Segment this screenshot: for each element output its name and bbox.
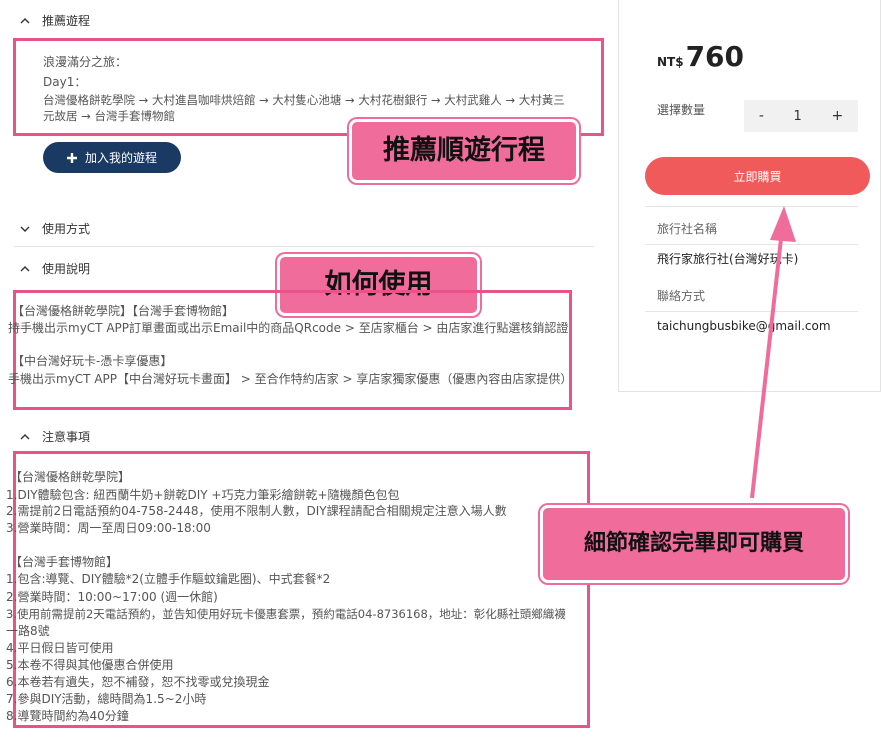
notes-line: 3.營業時間：周一至周日09:00-18:00 bbox=[6, 521, 211, 535]
notes-line: 8.導覽時間約為40分鐘 bbox=[6, 709, 129, 723]
notes-line: 【台灣手套博物館】 bbox=[10, 555, 119, 569]
chevron-down-icon bbox=[20, 226, 30, 232]
notes-line: 3.使用前需提前2天電話預約，並告知使用好玩卡優惠套票，預約電話04-87361… bbox=[6, 607, 566, 621]
notes-line: 1.包含:導覽、DIY體驗*2(立體手作驅蚊鑰匙圈)、中式套餐*2 bbox=[6, 572, 331, 586]
section-title: 使用說明 bbox=[42, 262, 91, 276]
notes-line: 5.本卷不得與其他優惠合併使用 bbox=[6, 658, 174, 672]
annotation-arrow bbox=[750, 206, 796, 499]
instructions-line4: 手機出示myCT APP【中台灣好玩卡畫面】 > 至合作特約店家 > 享店家獨家… bbox=[8, 372, 573, 386]
callout-text: 推薦順遊行程 bbox=[383, 135, 545, 166]
notes-line: 6.本卷若有遺失，恕不補發，恕不找零或兌換現金 bbox=[6, 675, 270, 689]
itinerary-day: Day1： bbox=[43, 75, 87, 89]
chevron-up-icon bbox=[20, 433, 30, 439]
notes-line: 7.參與DIY活動，總時間為1.5~2小時 bbox=[6, 692, 207, 706]
price-value: 760 bbox=[685, 40, 745, 73]
plus-icon bbox=[66, 152, 77, 163]
instructions-line1: 【台灣優格餅乾學院】【台灣手套博物館】 bbox=[12, 304, 235, 318]
add-to-itinerary-label: 加入我的遊程 bbox=[84, 151, 157, 165]
section-header-instructions[interactable]: 使用說明 bbox=[20, 260, 90, 277]
notes-line: 一路8號 bbox=[6, 624, 50, 638]
section-header-notes[interactable]: 注意事項 bbox=[20, 428, 90, 445]
section-header-recommended[interactable]: 推薦遊程 bbox=[20, 12, 90, 29]
section-header-usage[interactable]: 使用方式 bbox=[20, 220, 90, 237]
section-title: 使用方式 bbox=[42, 222, 91, 236]
section-title: 推薦遊程 bbox=[42, 14, 91, 28]
buy-now-label: 立即購買 bbox=[733, 169, 782, 184]
section-title: 注意事項 bbox=[42, 430, 91, 444]
itinerary-route-line2: 元故居 → 台灣手套博物館 bbox=[43, 109, 175, 123]
quantity-stepper: - 1 + bbox=[744, 100, 858, 132]
itinerary-name: 浪漫滿分之旅： bbox=[43, 55, 128, 69]
buy-now-button[interactable]: 立即購買 bbox=[645, 157, 870, 195]
increment-button[interactable]: + bbox=[831, 108, 843, 124]
callout-recommended: 推薦順遊行程 bbox=[349, 119, 579, 183]
price-currency: NT$ bbox=[657, 55, 684, 69]
notes-line: 2.營業時間：10:00~17:00 (週一休館) bbox=[6, 590, 218, 604]
chevron-up-icon bbox=[20, 265, 30, 271]
divider bbox=[14, 246, 594, 247]
callout-ready-to-buy: 細節確認完畢即可購買 bbox=[540, 505, 848, 583]
contact-label: 聯絡方式 bbox=[657, 289, 706, 303]
quantity-label: 選擇數量 bbox=[657, 103, 706, 117]
decrement-button[interactable]: - bbox=[759, 108, 764, 124]
agency-label: 旅行社名稱 bbox=[657, 222, 718, 236]
instructions-line2: 持手機出示myCT APP訂單畫面或出示Email中的商品QRcode > 至店… bbox=[8, 321, 569, 335]
quantity-value[interactable]: 1 bbox=[794, 109, 802, 124]
price: NT$ 760 bbox=[657, 40, 744, 73]
callout-text: 細節確認完畢即可購買 bbox=[583, 531, 804, 556]
notes-line: 【台灣優格餅乾學院】 bbox=[10, 470, 131, 484]
notes-line: 4.平日假日皆可使用 bbox=[6, 641, 114, 655]
notes-line: 2.需提前2日電話預約04-758-2448，使用不限制人數，DIY課程請配合相… bbox=[6, 504, 507, 518]
chevron-up-icon bbox=[20, 17, 30, 23]
instructions-line3: 【中台灣好玩卡-憑卡享優惠】 bbox=[12, 354, 173, 368]
add-to-itinerary-button[interactable]: 加入我的遊程 bbox=[43, 142, 181, 173]
